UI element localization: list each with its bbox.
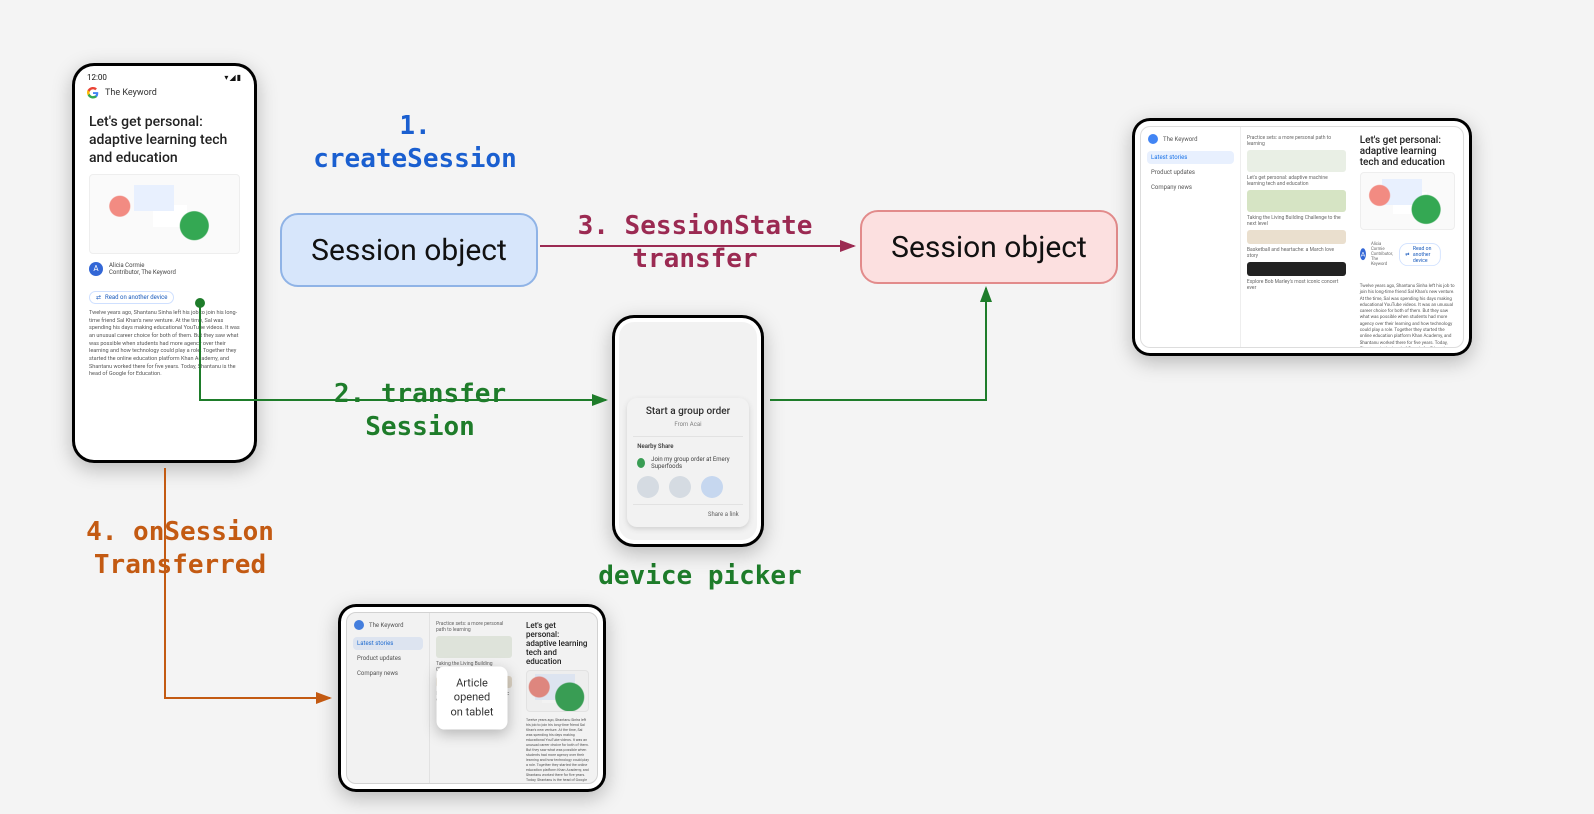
author-role: Contributor, The Keyword	[109, 269, 176, 276]
step-3-label: 3. SessionState transfer	[555, 210, 835, 275]
read-on-another-device-chip[interactable]: ⇄ Read on another device	[89, 291, 174, 304]
clock-label: 12:00	[87, 73, 107, 82]
device-picker-label: device picker	[570, 560, 830, 593]
nav-item[interactable]: Latest stories	[1147, 151, 1234, 164]
google-logo-icon	[87, 87, 99, 99]
tablet-headline: Let's get personal: adaptive learning te…	[1360, 135, 1455, 168]
step-1-label: 1. createSession	[300, 110, 530, 175]
share-target-device[interactable]	[701, 476, 723, 498]
google-logo-icon	[1147, 133, 1159, 145]
invite-text: Join my group order at Emery Superfoods	[651, 456, 739, 470]
feed-item: Basketball and heartache: a March love s…	[1247, 247, 1346, 259]
source-phone-mock: 12:00 ▾◢▮ The Keyword Let's get personal:…	[72, 63, 257, 463]
step-2-label: 2. transfer Session	[305, 378, 535, 443]
article-headline: Let's get personal: adaptive learning te…	[89, 113, 240, 168]
share-link-label: Share a link	[637, 511, 738, 518]
read-on-chip[interactable]: ⇄ Read on another device	[1399, 243, 1441, 266]
nav-item[interactable]: Product updates	[1147, 166, 1234, 179]
feed-item: Practice sets: a more personal path to l…	[1247, 135, 1346, 147]
session-object-dest: Session object	[860, 210, 1118, 284]
picker-subtitle: From Acai	[637, 421, 738, 428]
article-opened-toast: Article opened on tablet	[437, 667, 508, 730]
app-title: The Keyword	[105, 88, 157, 98]
feed-item: Let's get personal: adaptive machine lea…	[1247, 175, 1346, 187]
callback-tablet-mock: The Keyword Latest stories Product updat…	[338, 604, 606, 792]
picker-title: Start a group order	[637, 406, 738, 417]
author-name: Alicia Cormie	[109, 262, 176, 269]
nearby-share-label: Nearby Share	[637, 443, 673, 450]
tablet-hero-illustration	[1360, 172, 1455, 230]
feed-item: Taking the Living Building Challenge to …	[1247, 215, 1346, 227]
nearby-status-icon	[637, 458, 645, 468]
destination-tablet-mock: The Keyword Latest stories Product updat…	[1132, 118, 1472, 356]
session-object-source: Session object	[280, 213, 538, 287]
share-target-avatar[interactable]	[669, 476, 691, 498]
author-avatar: A	[89, 262, 103, 276]
article-body: Twelve years ago, Shantanu Sinha left hi…	[89, 310, 240, 379]
hero-illustration	[89, 174, 240, 254]
google-logo-icon	[353, 619, 365, 631]
feed-item: Explore Bob Marley's most iconic concert…	[1247, 279, 1346, 291]
status-icons: ▾◢▮	[224, 73, 242, 82]
share-target-avatar[interactable]	[637, 476, 659, 498]
nav-item[interactable]: Company news	[1147, 181, 1234, 194]
diagram-canvas: 1. createSession 2. transfer Session 3. …	[0, 0, 1594, 814]
step-4-label: 4. onSession Transferred	[65, 516, 295, 581]
device-picker-phone-mock: Start a group order From Acai Nearby Sha…	[612, 315, 764, 547]
